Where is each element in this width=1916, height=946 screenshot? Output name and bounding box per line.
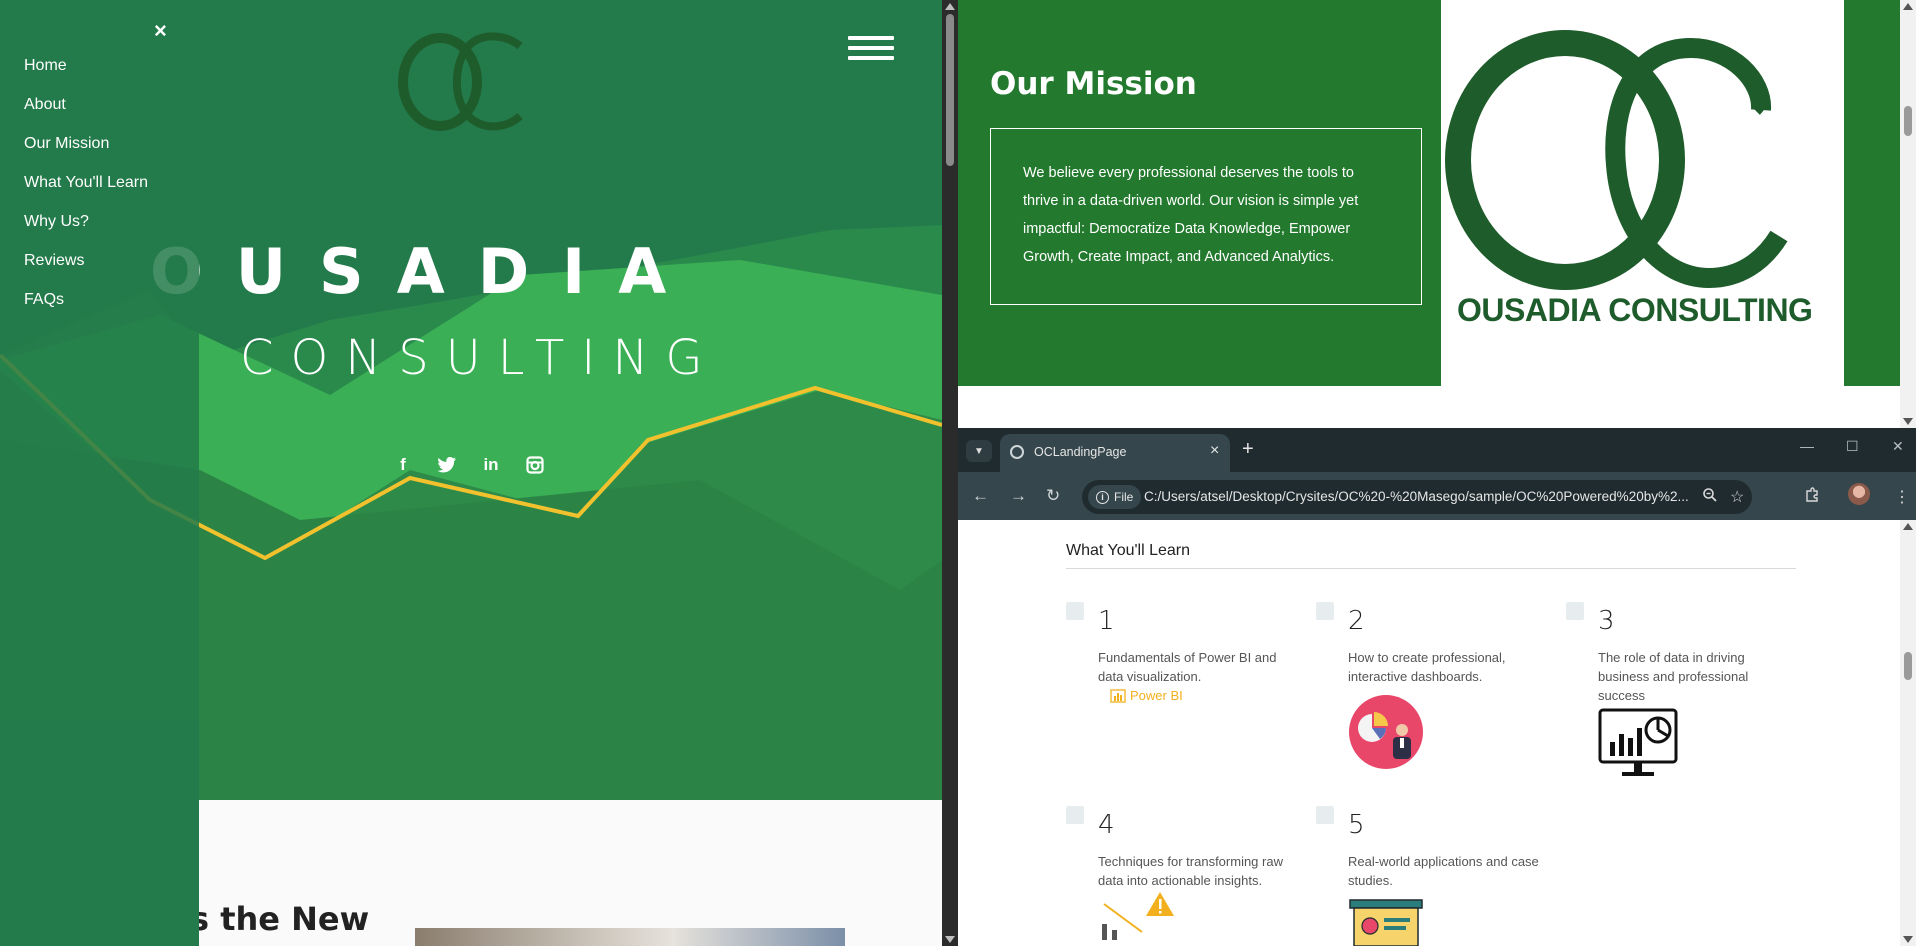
url-text[interactable]: C:/Users/atsel/Desktop/Crysites/OC%20-%2…: [1144, 489, 1689, 504]
scroll-down-arrow-icon[interactable]: [1903, 936, 1913, 943]
menu-item-what-youll-learn[interactable]: What You'll Learn: [24, 173, 148, 212]
mission-logo-panel: OUSADIA CONSULTING: [1441, 0, 1844, 386]
item-checkbox[interactable]: [1316, 602, 1334, 620]
scrollbar-thumb[interactable]: [1904, 652, 1912, 680]
item-checkbox[interactable]: [1066, 806, 1084, 824]
tab-title: OCLandingPage: [1034, 445, 1127, 459]
side-menu-lower-panel: [0, 720, 199, 946]
menu-list: Home About Our Mission What You'll Learn…: [24, 56, 148, 329]
oc-logo: [398, 32, 523, 131]
mission-window: Our Mission We believe every professiona…: [958, 0, 1916, 428]
tab-close-icon[interactable]: ×: [1210, 442, 1219, 460]
scroll-down-arrow-icon[interactable]: [945, 936, 955, 943]
item-checkbox[interactable]: [1066, 602, 1084, 620]
minimize-button[interactable]: —: [1800, 438, 1814, 454]
item-checkbox[interactable]: [1566, 602, 1584, 620]
scroll-up-arrow-icon[interactable]: [945, 3, 955, 10]
menu-item-why-us[interactable]: Why Us?: [24, 212, 148, 251]
section-divider: [1066, 568, 1796, 569]
item-text: Fundamentals of Power BI and data visual…: [1098, 650, 1277, 684]
facebook-icon[interactable]: f: [392, 454, 414, 476]
side-navigation-menu: × Home About Our Mission What You'll Lea…: [0, 0, 199, 720]
social-links: f in: [392, 454, 546, 476]
browser-page-scrollbar[interactable]: [1900, 520, 1916, 946]
zoom-icon[interactable]: [1702, 487, 1718, 508]
new-tab-button[interactable]: +: [1242, 438, 1254, 461]
brand-name: OUSADIA: [150, 235, 700, 308]
mission-window-scrollbar[interactable]: [1900, 0, 1916, 428]
item-number: 1: [1098, 606, 1115, 636]
presentation-board-icon: [1349, 899, 1423, 946]
site-info-button[interactable]: i File: [1088, 485, 1142, 509]
back-button[interactable]: ←: [972, 486, 989, 506]
menu-item-reviews[interactable]: Reviews: [24, 251, 148, 290]
item-checkbox[interactable]: [1316, 806, 1334, 824]
linkedin-icon[interactable]: in: [480, 454, 502, 476]
more-menu-icon[interactable]: ⋮: [1894, 487, 1910, 507]
instagram-icon[interactable]: [524, 454, 546, 476]
power-bi-icon: [1110, 688, 1126, 703]
maximize-button[interactable]: ☐: [1846, 438, 1859, 455]
twitter-icon[interactable]: [436, 454, 458, 476]
scroll-down-arrow-icon[interactable]: [1903, 418, 1913, 425]
tab-search-chevron-icon[interactable]: ▼: [966, 440, 992, 462]
info-icon: i: [1096, 490, 1109, 504]
scroll-up-arrow-icon[interactable]: [1903, 523, 1913, 530]
close-menu-icon[interactable]: ×: [154, 18, 167, 44]
item-number: 5: [1348, 810, 1365, 840]
warning-data-icon: [1102, 892, 1174, 940]
section-title: What You'll Learn: [1066, 542, 1191, 559]
monitor-chart-icon: [1598, 708, 1678, 776]
forward-button[interactable]: →: [1010, 486, 1027, 506]
presenter-pie-chart-icon: [1349, 695, 1423, 769]
left-browser-window: OUSADIA CONSULTING f in s the New × Home…: [0, 0, 942, 946]
address-bar[interactable]: i File C:/Users/atsel/Desktop/Crysites/O…: [1082, 480, 1752, 514]
reload-button[interactable]: ↻: [1046, 486, 1060, 506]
item-number: 3: [1598, 606, 1615, 636]
chrome-browser-window: ▼ OCLandingPage × + — ☐ ✕ ← → ↻ i File C…: [958, 428, 1916, 946]
mission-text: We believe every professional deserves t…: [1023, 165, 1359, 265]
bookmark-star-icon[interactable]: ☆: [1730, 487, 1744, 507]
item-text: Real-world applications and case studies…: [1348, 854, 1539, 888]
close-window-button[interactable]: ✕: [1892, 438, 1904, 455]
item-text: How to create professional, interactive …: [1348, 650, 1506, 684]
power-bi-tag: Power BI: [1110, 688, 1183, 703]
extensions-icon[interactable]: [1804, 487, 1820, 508]
mission-right-strip: [1844, 0, 1900, 386]
globe-icon: [1010, 445, 1024, 459]
brand-subtitle: CONSULTING: [240, 330, 720, 386]
menu-item-faqs[interactable]: FAQs: [24, 290, 148, 329]
tab-strip: ▼ OCLandingPage × + — ☐ ✕: [958, 428, 1916, 472]
page-content: What You'll Learn 1 Fundamentals of Powe…: [958, 520, 1900, 946]
tab-oclandingpage[interactable]: OCLandingPage ×: [1000, 434, 1230, 472]
logo-caption: OUSADIA CONSULTING: [1457, 292, 1813, 328]
scrollbar-thumb[interactable]: [1904, 106, 1912, 136]
section-image-partial: [415, 928, 845, 946]
item-number: 4: [1098, 810, 1115, 840]
item-text: Techniques for transforming raw data int…: [1098, 854, 1283, 888]
item-number: 2: [1348, 606, 1365, 636]
browser-toolbar: ← → ↻ i File C:/Users/atsel/Desktop/Crys…: [958, 472, 1916, 520]
mission-text-box: We believe every professional deserves t…: [990, 128, 1422, 305]
item-text: The role of data in driving business and…: [1598, 650, 1749, 703]
left-window-scrollbar[interactable]: [942, 0, 958, 946]
scrollbar-thumb[interactable]: [946, 14, 954, 166]
oc-large-logo: [1445, 30, 1788, 290]
profile-avatar[interactable]: [1848, 483, 1870, 505]
section-heading-partial: s the New: [190, 900, 370, 938]
menu-item-our-mission[interactable]: Our Mission: [24, 134, 148, 173]
menu-item-about[interactable]: About: [24, 95, 148, 134]
scroll-up-arrow-icon[interactable]: [1903, 3, 1913, 10]
site-info-label: File: [1114, 490, 1134, 504]
mission-panel: Our Mission We believe every professiona…: [958, 0, 1441, 386]
hamburger-menu-icon[interactable]: [848, 36, 894, 66]
power-bi-label: Power BI: [1130, 688, 1183, 703]
mission-title: Our Mission: [990, 66, 1197, 102]
menu-item-home[interactable]: Home: [24, 56, 148, 95]
